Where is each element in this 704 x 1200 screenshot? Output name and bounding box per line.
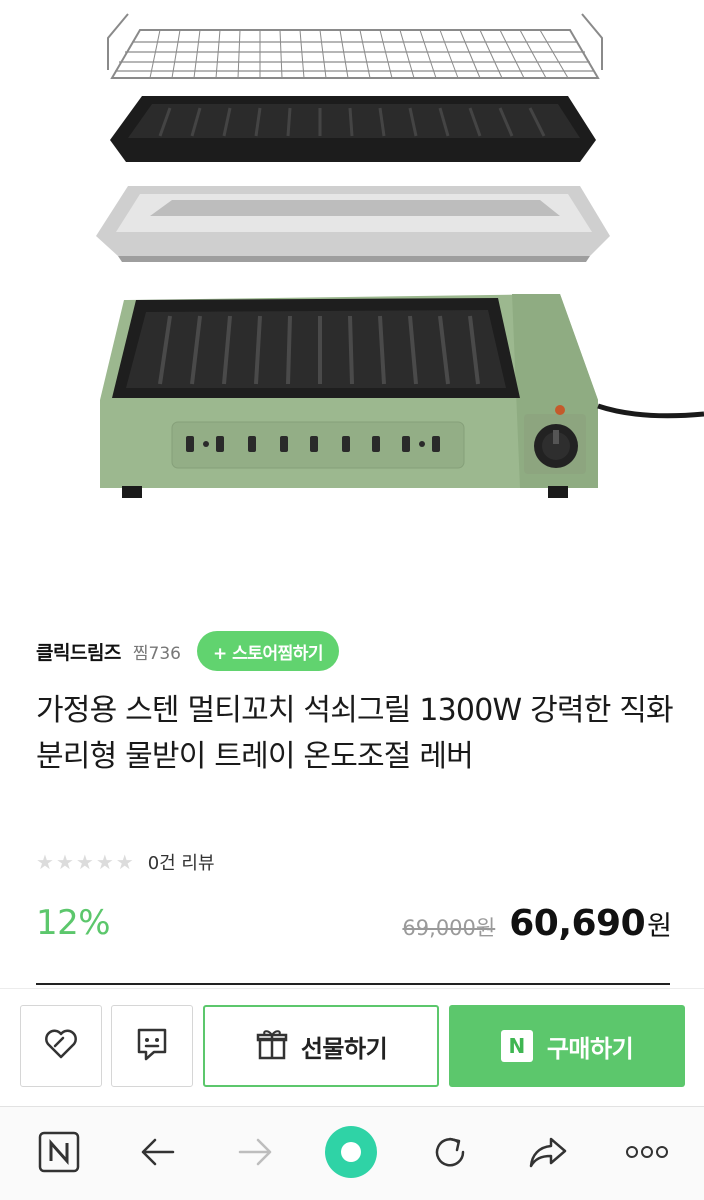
gift-icon xyxy=(255,1027,289,1065)
npay-icon: N xyxy=(500,1030,533,1062)
product-title: 가정용 스텐 멀티꼬치 석쇠그릴 1300W 강력한 직화 분리형 물받이 트레… xyxy=(36,693,674,774)
store-row: 클릭드림즈 찜736 + 스토어찜하기 xyxy=(36,630,340,672)
forward-icon xyxy=(236,1132,276,1176)
green-dot-icon xyxy=(324,1125,378,1183)
star-icon: ★ xyxy=(36,850,54,874)
buy-label: 구매하기 xyxy=(546,1034,634,1063)
discount-rate: 12% xyxy=(36,903,111,943)
more-icon xyxy=(624,1142,670,1166)
rating-row[interactable]: ★ ★ ★ ★ ★ 0건 리뷰 xyxy=(36,846,215,878)
green-dot-button[interactable] xyxy=(325,1126,377,1179)
gift-label: 선물하기 xyxy=(300,1034,388,1063)
star-icon: ★ xyxy=(115,850,134,874)
browser-toolbar xyxy=(0,1106,704,1200)
more-button[interactable] xyxy=(622,1129,672,1179)
forward-button[interactable] xyxy=(231,1129,281,1179)
star-icon: ★ xyxy=(55,850,74,874)
drip-tray xyxy=(96,186,610,262)
product-image[interactable] xyxy=(0,0,704,600)
zzim-count: 찜736 xyxy=(132,643,181,664)
store-fav-button[interactable]: + 스토어찜하기 xyxy=(197,631,340,671)
home-icon xyxy=(37,1130,81,1178)
star-icon: ★ xyxy=(95,850,114,874)
back-icon xyxy=(137,1132,177,1176)
home-button[interactable] xyxy=(34,1129,84,1179)
currency-unit: 원 xyxy=(647,910,672,942)
heart-icon xyxy=(41,1024,81,1068)
buy-button[interactable]: N 구매하기 xyxy=(449,1005,685,1087)
wire-rack xyxy=(107,13,603,79)
grill-plate xyxy=(110,96,596,162)
talk-icon xyxy=(132,1024,172,1068)
reload-icon xyxy=(429,1131,471,1177)
talk-button[interactable] xyxy=(111,1005,193,1087)
share-button[interactable] xyxy=(523,1129,573,1179)
star-icon: ★ xyxy=(75,850,94,874)
original-price: 69,000원 xyxy=(402,915,496,940)
price-block: 69,000원 60,690 원 xyxy=(402,903,672,944)
sale-price: 60,690 xyxy=(509,902,646,944)
share-icon xyxy=(527,1131,569,1177)
like-button[interactable] xyxy=(20,1005,102,1087)
grill-body xyxy=(100,294,704,498)
reload-button[interactable] xyxy=(425,1129,475,1179)
review-count[interactable]: 0건 리뷰 xyxy=(148,849,215,875)
purchase-bar: 선물하기 N 구매하기 xyxy=(0,988,704,1104)
back-button[interactable] xyxy=(132,1129,182,1179)
price-row: 12% 69,000원 60,690 원 xyxy=(36,896,672,950)
store-name[interactable]: 클릭드림즈 xyxy=(36,638,121,665)
rating-stars: ★ ★ ★ ★ ★ xyxy=(36,852,134,872)
gift-button[interactable]: 선물하기 xyxy=(203,1005,439,1087)
divider xyxy=(36,983,670,985)
